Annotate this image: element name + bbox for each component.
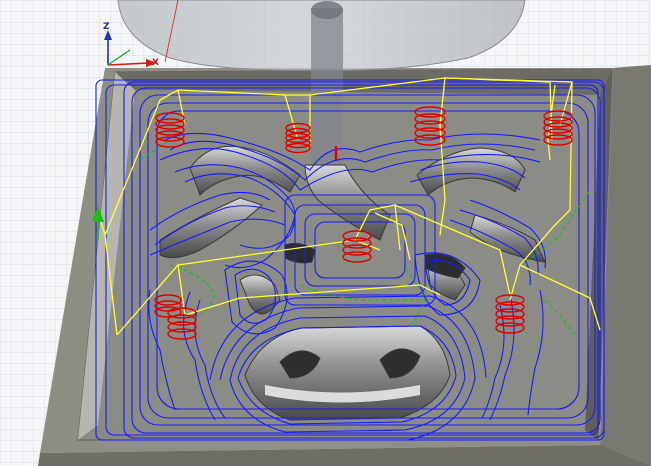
axis-x-label: X xyxy=(152,58,159,68)
cam-3d-viewport[interactable]: Z X xyxy=(0,0,651,466)
axis-z-label: Z xyxy=(103,22,110,32)
scene-svg xyxy=(0,0,651,466)
